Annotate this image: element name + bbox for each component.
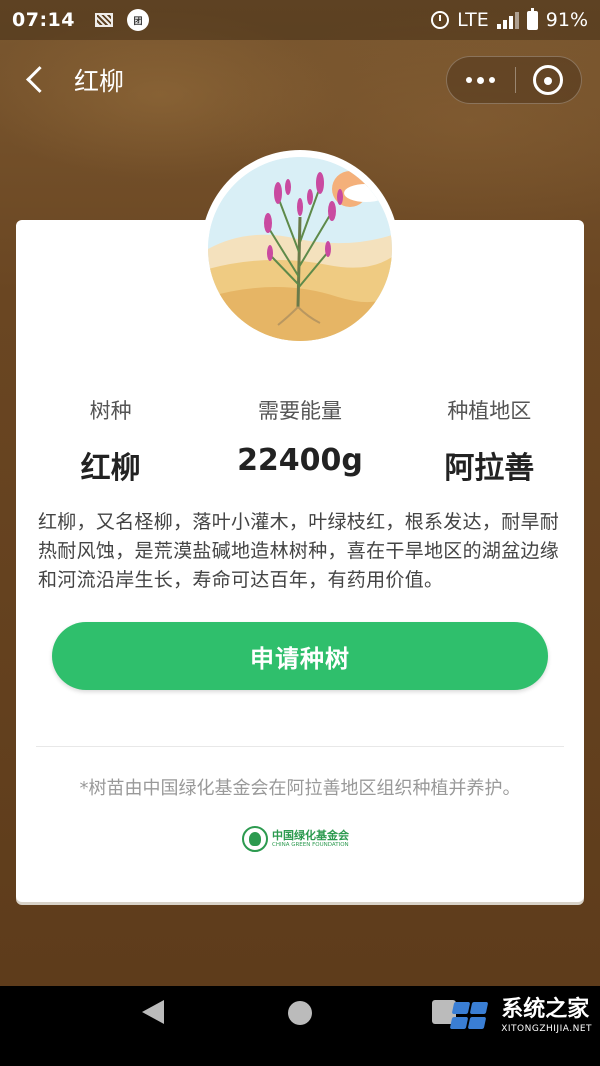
back-button[interactable] xyxy=(22,62,52,98)
ellipsis-icon xyxy=(477,76,485,84)
watermark-text: 系统之家 XITONGZHIJIA.NET xyxy=(501,996,592,1034)
watermark-cn: 系统之家 xyxy=(501,996,590,1022)
nav-back-icon[interactable] xyxy=(142,1000,164,1024)
nav-home-icon[interactable] xyxy=(288,1001,312,1025)
more-button[interactable] xyxy=(447,56,515,104)
battery-icon xyxy=(526,7,538,30)
tree-description: 红柳，又名柽柳，落叶小灌木，叶绿枝红，根系发达，耐旱耐热耐风蚀，是荒漠盐碱地造林… xyxy=(38,511,560,591)
network-type: LTE xyxy=(457,9,489,31)
tree-avatar-frame xyxy=(201,150,399,348)
divider xyxy=(36,746,564,747)
miniprogram-close-icon xyxy=(533,65,564,95)
china-green-foundation-logo: 中国绿化基金会 CHINA GREEN FOUNDATION xyxy=(242,824,362,854)
no-sim-icon xyxy=(94,13,113,27)
app-notification-icon: 团 xyxy=(126,9,149,31)
foundation-emblem-icon xyxy=(242,826,268,852)
signal-icon xyxy=(496,11,519,29)
stat-species: 树种 红柳 xyxy=(16,395,205,487)
foundation-name: 中国绿化基金会 CHINA GREEN FOUNDATION xyxy=(272,830,349,849)
tree-stats: 树种 红柳 需要能量 22400g 种植地区 阿拉善 xyxy=(16,395,584,487)
stat-label: 树种 xyxy=(89,399,132,423)
status-time: 07:14 xyxy=(12,9,75,31)
stat-energy: 需要能量 22400g xyxy=(205,395,394,487)
stat-label: 需要能量 xyxy=(257,399,342,423)
tamarisk-illustration xyxy=(208,157,392,341)
stat-value: 阿拉善 xyxy=(444,451,535,486)
foundation-name-en: CHINA GREEN FOUNDATION xyxy=(272,841,349,848)
watermark-en: XITONGZHIJIA.NET xyxy=(501,1023,592,1034)
status-right-icons: LTE 91% xyxy=(431,7,588,31)
battery-level: 91% xyxy=(545,9,588,31)
alarm-icon xyxy=(431,11,450,29)
apply-plant-tree-button[interactable]: 申请种树 xyxy=(52,622,548,690)
status-left-icons: 团 xyxy=(94,9,149,31)
miniprogram-capsule xyxy=(446,56,582,104)
status-bar: 07:14 团 LTE 91% xyxy=(0,0,600,40)
tamarisk-illustration-art xyxy=(208,157,392,341)
header: 红柳 xyxy=(0,40,600,120)
stat-region: 种植地区 阿拉善 xyxy=(395,395,584,487)
planting-footnote: *树苗由中国绿化基金会在阿拉善地区组织种植并养护。 xyxy=(79,778,521,799)
foundation-name-cn: 中国绿化基金会 xyxy=(272,828,349,842)
watermark-logo-icon xyxy=(449,996,495,1036)
ellipsis-icon xyxy=(466,77,473,83)
stat-value: 22400g xyxy=(237,443,363,478)
system-nav-bar: 系统之家 XITONGZHIJIA.NET xyxy=(0,986,600,1066)
page-title: 红柳 xyxy=(74,67,125,96)
stat-value: 红柳 xyxy=(80,451,141,486)
watermark: 系统之家 XITONGZHIJIA.NET xyxy=(449,996,592,1036)
ellipsis-icon xyxy=(489,77,496,83)
close-button[interactable] xyxy=(516,56,582,104)
stat-label: 种植地区 xyxy=(447,399,532,423)
